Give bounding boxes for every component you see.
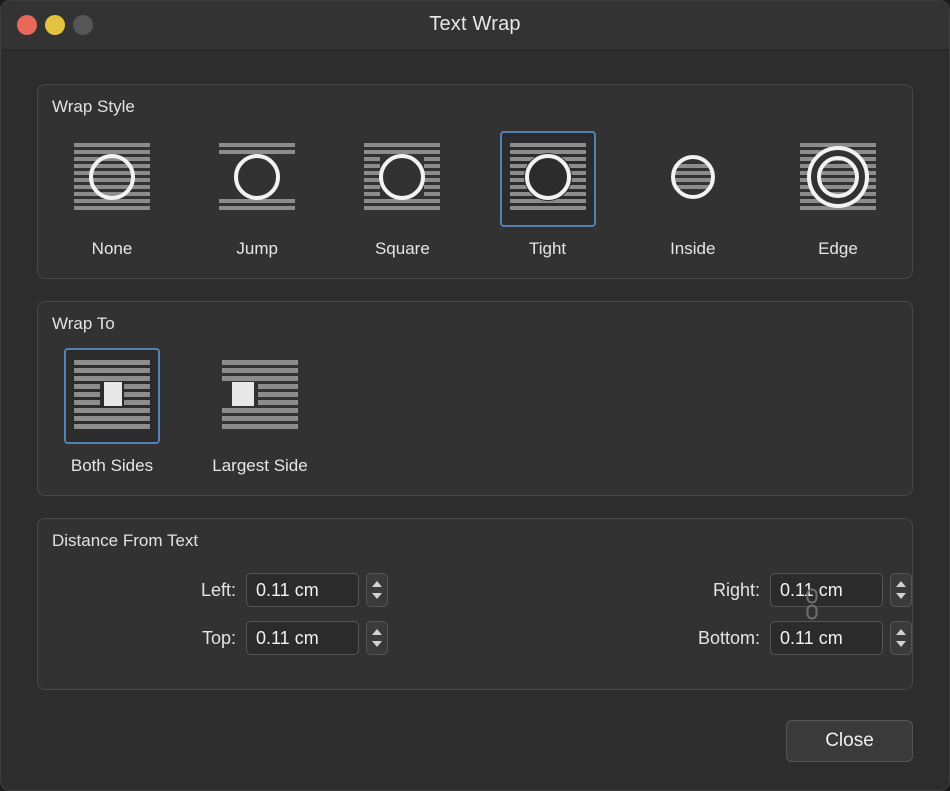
wrap-inside-icon	[651, 137, 735, 221]
distance-right-stepper[interactable]	[890, 573, 912, 607]
stepper-down-icon[interactable]	[372, 641, 382, 647]
window-title: Text Wrap	[1, 13, 949, 36]
wrap-largest-side-icon	[218, 354, 302, 438]
stepper-up-icon[interactable]	[372, 581, 382, 587]
link-values-toggle[interactable]	[804, 587, 820, 626]
distance-bottom-label: Bottom:	[698, 628, 760, 649]
dialog-content: Wrap Style	[1, 50, 949, 690]
stepper-up-icon[interactable]	[896, 581, 906, 587]
wrap-to-label-both-sides: Both Sides	[71, 456, 153, 476]
wrap-style-option-inside[interactable]: Inside	[633, 131, 753, 259]
wrap-square-icon	[360, 137, 444, 221]
wrap-style-title: Wrap Style	[38, 85, 912, 117]
distance-bottom-row: Bottom:	[388, 621, 912, 655]
wrap-style-label-square: Square	[375, 239, 430, 259]
distance-from-text-title: Distance From Text	[38, 519, 912, 551]
wrap-style-label-tight: Tight	[529, 239, 566, 259]
wrap-style-label-edge: Edge	[818, 239, 858, 259]
wrap-tight-thumb[interactable]	[500, 131, 596, 227]
distance-top-stepper[interactable]	[366, 621, 388, 655]
wrap-none-icon	[70, 137, 154, 221]
wrap-both-sides-icon	[70, 354, 154, 438]
wrap-style-label-inside: Inside	[670, 239, 715, 259]
wrap-edge-thumb[interactable]	[790, 131, 886, 227]
window-titlebar: Text Wrap	[1, 1, 949, 50]
distance-left-row: Left:	[38, 573, 388, 607]
distance-left-stepper[interactable]	[366, 573, 388, 607]
wrap-style-option-none[interactable]: None	[52, 131, 172, 259]
wrap-none-thumb[interactable]	[64, 131, 160, 227]
distance-bottom-stepper[interactable]	[890, 621, 912, 655]
text-wrap-dialog: Text Wrap Wrap Style	[0, 0, 950, 791]
wrap-largest-side-thumb[interactable]	[212, 348, 308, 444]
wrap-to-label-largest-side: Largest Side	[212, 456, 307, 476]
wrap-style-options: None Jump	[38, 117, 912, 259]
stepper-down-icon[interactable]	[372, 593, 382, 599]
distance-left-column: Left: Top:	[38, 573, 388, 669]
wrap-to-options: Both Sides	[38, 334, 912, 476]
distance-fields-grid: Left: Top:	[38, 551, 912, 669]
wrap-jump-icon	[215, 137, 299, 221]
stepper-up-icon[interactable]	[372, 629, 382, 635]
wrap-to-option-largest-side[interactable]: Largest Side	[200, 348, 320, 476]
chain-link-icon	[804, 587, 820, 621]
wrap-style-group: Wrap Style	[37, 84, 913, 279]
distance-top-label: Top:	[202, 628, 236, 649]
close-button[interactable]: Close	[786, 720, 913, 762]
distance-top-input[interactable]	[246, 621, 359, 655]
distance-top-row: Top:	[38, 621, 388, 655]
wrap-style-option-square[interactable]: Square	[342, 131, 462, 259]
distance-left-input[interactable]	[246, 573, 359, 607]
wrap-style-label-none: None	[92, 239, 133, 259]
wrap-to-group: Wrap To	[37, 301, 913, 496]
distance-left-label: Left:	[201, 580, 236, 601]
wrap-square-thumb[interactable]	[354, 131, 450, 227]
distance-right-column: Right: Bottom:	[388, 573, 912, 669]
distance-right-row: Right:	[388, 573, 912, 607]
wrap-inside-thumb[interactable]	[645, 131, 741, 227]
stepper-up-icon[interactable]	[896, 629, 906, 635]
stepper-down-icon[interactable]	[896, 641, 906, 647]
distance-right-label: Right:	[713, 580, 760, 601]
wrap-style-option-edge[interactable]: Edge	[778, 131, 898, 259]
stepper-down-icon[interactable]	[896, 593, 906, 599]
wrap-edge-icon	[796, 137, 880, 221]
wrap-tight-icon	[506, 137, 590, 221]
wrap-both-sides-thumb[interactable]	[64, 348, 160, 444]
wrap-jump-thumb[interactable]	[209, 131, 305, 227]
distance-from-text-group: Distance From Text Left: Top:	[37, 518, 913, 690]
distance-bottom-input[interactable]	[770, 621, 883, 655]
distance-right-input[interactable]	[770, 573, 883, 607]
wrap-to-title: Wrap To	[38, 302, 912, 334]
wrap-to-option-both-sides[interactable]: Both Sides	[52, 348, 172, 476]
wrap-style-option-tight[interactable]: Tight	[488, 131, 608, 259]
wrap-style-option-jump[interactable]: Jump	[197, 131, 317, 259]
wrap-style-label-jump: Jump	[236, 239, 278, 259]
dialog-footer: Close	[786, 720, 913, 762]
